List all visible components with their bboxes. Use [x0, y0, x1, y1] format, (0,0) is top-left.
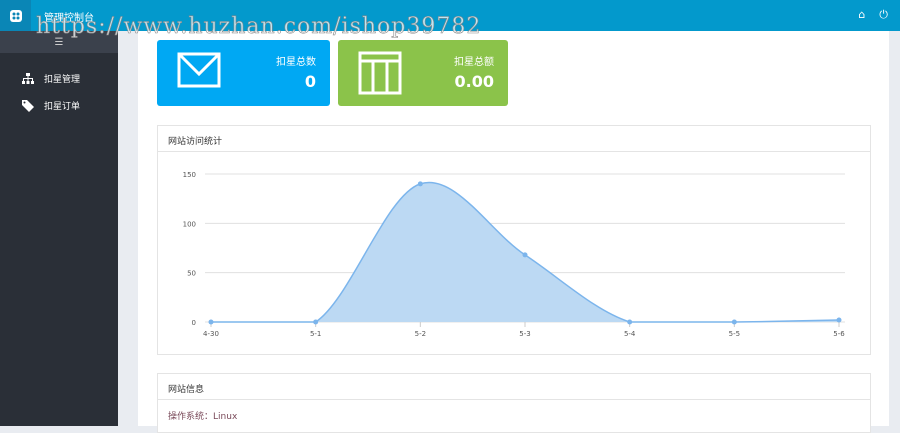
data-point — [208, 319, 214, 325]
x-tick-label: 5-5 — [729, 330, 740, 338]
x-tick-label: 5-6 — [833, 330, 845, 338]
area-fill — [211, 182, 839, 322]
sidebar-item-label: 扣星订单 — [44, 102, 81, 112]
power-icon[interactable]: ⏻ — [879, 8, 888, 22]
visit-chart: 0 50 100 150 4-30 5-1 5-2 5-3 5-4 5-5 5-6 — [183, 171, 846, 338]
y-tick-label: 50 — [187, 270, 196, 278]
sitemap-icon — [22, 73, 34, 84]
y-tick-label: 150 — [183, 171, 196, 179]
table-icon — [358, 51, 402, 95]
os-value: Linux — [213, 412, 238, 422]
data-point — [627, 319, 633, 325]
app-title: 管理控制台 — [44, 13, 94, 24]
panel-title: 网站访问统计 — [158, 126, 870, 152]
data-point — [731, 319, 737, 325]
sidebar: ☰ 扣星管理 扣星订单 — [0, 31, 118, 426]
y-tick-label: 100 — [183, 220, 196, 228]
sidebar-item-star-management[interactable]: 扣星管理 — [0, 65, 118, 92]
sidebar-item-star-orders[interactable]: 扣星订单 — [0, 92, 118, 119]
data-point — [313, 319, 319, 325]
x-tick-label: 5-1 — [310, 330, 321, 338]
logo-icon — [0, 0, 31, 31]
stat-card-star-count: 扣星总数 0 — [157, 40, 330, 106]
visit-stats-panel: 网站访问统计 0 50 100 150 4-30 5-1 5-2 5-3 5-4 5-5 5-6 — [157, 125, 871, 355]
x-tick-label: 5-2 — [415, 330, 426, 338]
home-icon[interactable]: ⌂ — [858, 8, 865, 22]
envelope-icon — [177, 52, 221, 88]
stat-card-star-total: 扣星总额 0.00 — [338, 40, 508, 106]
y-tick-label: 0 — [192, 319, 196, 327]
data-point — [522, 252, 528, 258]
sidebar-item-label: 扣星管理 — [44, 75, 81, 85]
panel-title: 网站信息 — [158, 374, 870, 400]
stat-label: 扣星总数 — [276, 57, 316, 68]
stat-value: 0 — [304, 72, 316, 91]
tag-icon — [22, 99, 34, 112]
menu-toggle-icon[interactable]: ☰ — [0, 31, 118, 53]
x-tick-label: 5-4 — [624, 330, 636, 338]
data-point — [417, 181, 423, 187]
site-info-panel: 网站信息 操作系统：Linux — [157, 373, 871, 433]
x-tick-label: 5-3 — [519, 330, 530, 338]
stat-value: 0.00 — [454, 72, 494, 91]
stat-label: 扣星总额 — [454, 57, 494, 68]
x-tick-label: 4-30 — [203, 330, 219, 338]
data-point — [836, 317, 842, 323]
top-bar: 管理控制台 ⌂ ⏻ — [0, 0, 900, 31]
main-content: 扣星总数 0 扣星总额 0.00 网站访问统计 0 50 100 150 4-30 5-1… — [138, 31, 889, 433]
os-label: 操作系统： — [168, 412, 214, 422]
